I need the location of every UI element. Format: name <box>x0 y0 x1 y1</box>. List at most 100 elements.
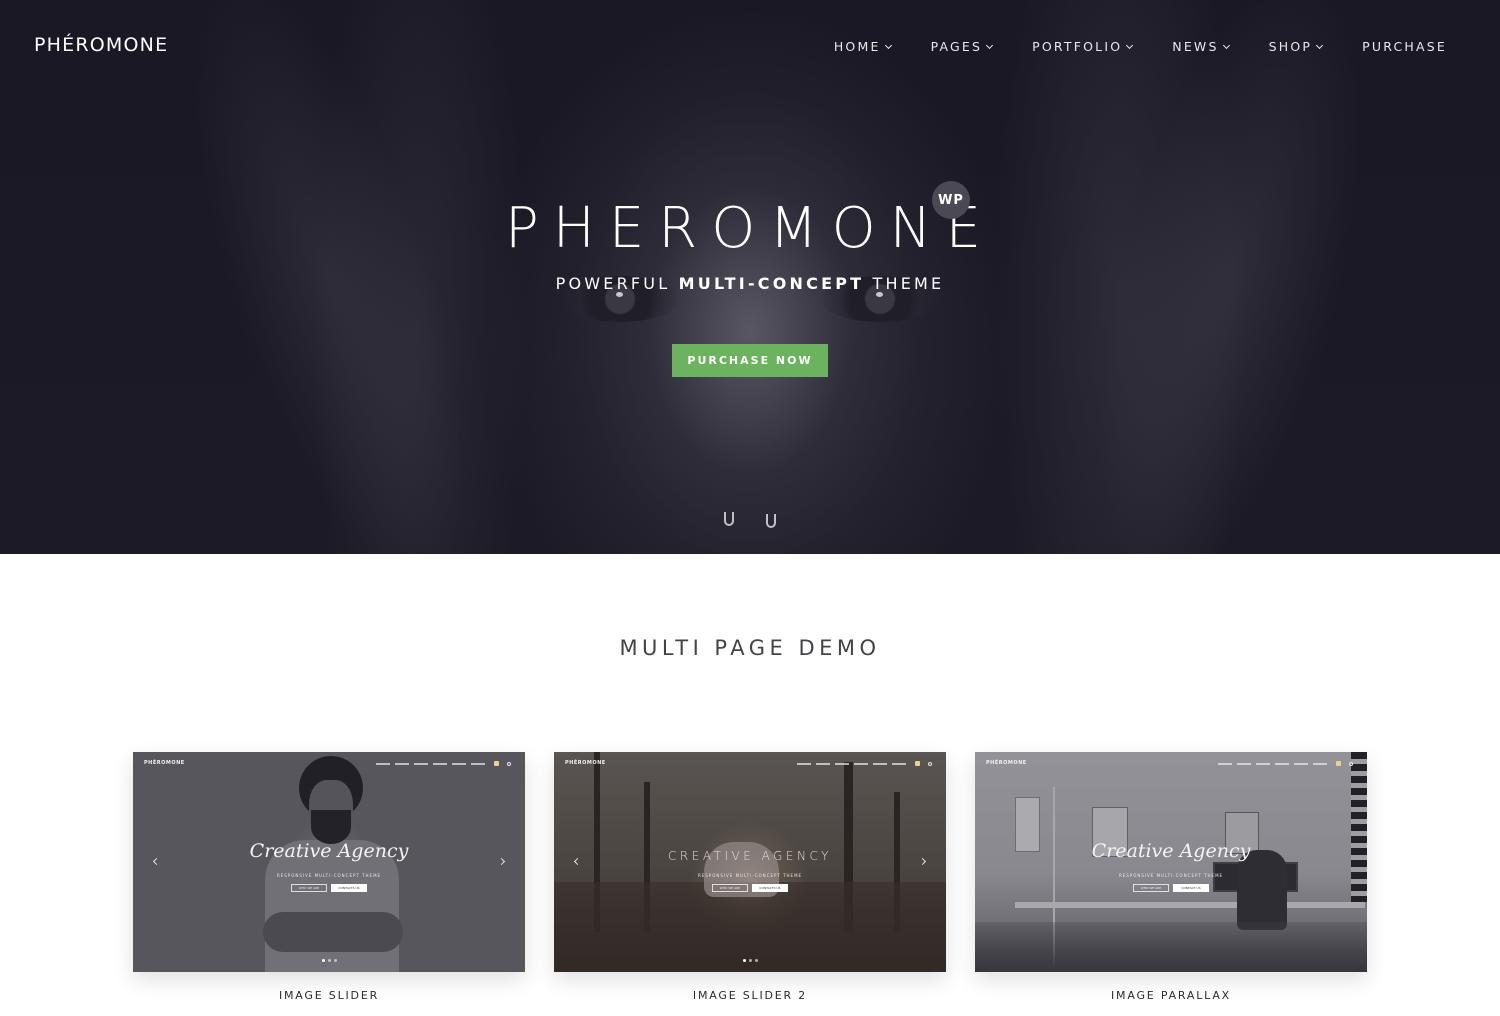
preview-nav <box>797 761 932 766</box>
preview-nav-link <box>1237 762 1251 765</box>
preview-header: PHÉROMONE <box>975 752 1367 774</box>
nav-item-news[interactable]: NEWS <box>1172 39 1230 54</box>
preview-header: PHÉROMONE <box>133 752 525 774</box>
demo-card-image-parallax[interactable]: PHÉROMONE Creative Agency RESPONSIVE MUL… <box>975 752 1367 1002</box>
preview-nav-link <box>1275 762 1289 765</box>
preview-nav-link <box>1313 762 1327 765</box>
wp-badge: WP <box>932 181 970 219</box>
preview-tagline: RESPONSIVE MULTI-CONCEPT THEME <box>276 873 382 878</box>
hero-title-text: PHEROMONE <box>505 196 995 261</box>
nav-item-pages[interactable]: PAGES <box>930 39 994 54</box>
nose-ring-right <box>766 514 776 528</box>
demo-label[interactable]: IMAGE PARALLAX <box>975 989 1367 1002</box>
preview-buttons: WHO WE ARE CONTACTS US <box>133 884 525 892</box>
preview-nav-link <box>835 762 849 765</box>
slider-dot <box>754 959 758 962</box>
preview-logo: PHÉROMONE <box>986 760 1027 766</box>
nav-label: PORTFOLIO <box>1032 39 1123 54</box>
chevron-down-icon <box>986 41 994 49</box>
search-icon <box>1349 761 1353 766</box>
search-icon <box>928 761 932 766</box>
preview-button-solid: CONTACTS US <box>752 884 788 892</box>
demo-card-image-slider-2[interactable]: PHÉROMONE CREATIVE AGENCY RESPONSIVE MUL… <box>554 752 946 1002</box>
nav-label: HOME <box>833 39 881 54</box>
preview-nav-link <box>414 762 428 765</box>
preview-header: PHÉROMONE <box>554 752 946 774</box>
preview-headline: Creative Agency <box>1091 840 1251 862</box>
chevron-down-icon <box>1316 41 1324 49</box>
slider-dot <box>742 959 746 962</box>
preview-nav-link <box>873 762 887 765</box>
demo-thumbnail[interactable]: PHÉROMONE CREATIVE AGENCY RESPONSIVE MUL… <box>554 752 946 972</box>
preview-button-solid: CONTACT US <box>1173 884 1209 892</box>
preview-logo: PHÉROMONE <box>565 760 606 766</box>
cart-icon <box>494 761 499 766</box>
preview-nav-link <box>854 762 868 765</box>
nav-label: PURCHASE <box>1362 39 1447 54</box>
preview-button-solid: CONTACTS US <box>331 884 367 892</box>
nav-item-shop[interactable]: SHOP <box>1268 39 1324 54</box>
hero-section: PHÉROMONE HOME PAGES PORTFOLIO NEWS SHOP <box>0 0 1500 554</box>
preview-nav-link <box>892 762 906 765</box>
cart-icon <box>915 761 920 766</box>
subtitle-post: THEME <box>864 274 945 293</box>
preview-nav-link <box>471 762 485 765</box>
hero-title: PHEROMONE <box>0 196 1500 261</box>
demo-thumbnail[interactable]: PHÉROMONE Creative Agency RESPONSIVE MUL… <box>133 752 525 972</box>
preview-nav-link <box>816 762 830 765</box>
preview-nav-link <box>433 762 447 765</box>
preview-buttons: WHO WE ARE CONTACT US <box>975 884 1367 892</box>
nav-item-portfolio[interactable]: PORTFOLIO <box>1032 39 1134 54</box>
demo-card-image-slider[interactable]: PHÉROMONE Creative Agency RESPONSIVE MUL… <box>133 752 525 1002</box>
preview-nav-link <box>797 762 811 765</box>
site-logo[interactable]: PHÉROMONE <box>34 34 168 56</box>
demo-label[interactable]: IMAGE SLIDER <box>133 989 525 1002</box>
preview-nav-link <box>1294 762 1308 765</box>
preview-headline: CREATIVE AGENCY <box>668 849 832 863</box>
chevron-down-icon <box>1222 41 1230 49</box>
preview-button-outline: WHO WE ARE <box>712 884 748 892</box>
demo-grid: PHÉROMONE Creative Agency RESPONSIVE MUL… <box>133 752 1368 1012</box>
slider-dot <box>748 959 752 962</box>
cart-icon <box>1336 761 1341 766</box>
subtitle-bold: MULTI-CONCEPT <box>678 274 865 293</box>
preview-nav-link <box>1256 762 1270 765</box>
image-overlay <box>133 752 525 972</box>
preview-logo: PHÉROMONE <box>144 760 185 766</box>
preview-nav-link <box>1218 762 1232 765</box>
main-nav: HOME PAGES PORTFOLIO NEWS SHOP PURCHASE <box>794 39 1447 54</box>
nav-label: NEWS <box>1172 39 1219 54</box>
preview-nav <box>1218 761 1353 766</box>
preview-tagline: RESPONSIVE MULTI-CONCEPT THEME <box>697 873 803 878</box>
slider-dots <box>133 959 525 962</box>
hero-subtitle: POWERFUL MULTI-CONCEPT THEME <box>0 274 1500 293</box>
preview-button-outline: WHO WE ARE <box>291 884 327 892</box>
nav-item-purchase[interactable]: PURCHASE <box>1362 39 1447 54</box>
image-overlay <box>975 752 1367 972</box>
nose-ring-left <box>724 512 734 526</box>
demo-label[interactable]: IMAGE SLIDER 2 <box>554 989 946 1002</box>
preview-nav-link <box>376 762 390 765</box>
section-title: MULTI PAGE DEMO <box>619 636 881 660</box>
site-header: PHÉROMONE HOME PAGES PORTFOLIO NEWS SHOP <box>0 0 1500 95</box>
preview-tagline: RESPONSIVE MULTI-CONCEPT THEME <box>1118 873 1224 878</box>
demo-thumbnail[interactable]: PHÉROMONE Creative Agency RESPONSIVE MUL… <box>975 752 1367 972</box>
preview-nav-link <box>395 762 409 765</box>
nav-label: SHOP <box>1268 39 1313 54</box>
subtitle-pre: POWERFUL <box>555 274 679 293</box>
slider-dot <box>327 959 331 962</box>
preview-button-outline: WHO WE ARE <box>1133 884 1169 892</box>
chevron-down-icon <box>1126 41 1134 49</box>
slider-dot <box>321 959 325 962</box>
preview-buttons: WHO WE ARE CONTACTS US <box>554 884 946 892</box>
slider-dot <box>333 959 337 962</box>
purchase-now-button[interactable]: PURCHASE NOW <box>672 344 828 377</box>
search-icon <box>507 761 511 766</box>
preview-headline: Creative Agency <box>249 840 409 862</box>
preview-nav <box>376 761 511 766</box>
chevron-down-icon <box>884 41 892 49</box>
preview-nav-link <box>452 762 466 765</box>
slider-dots <box>554 959 946 962</box>
nav-item-home[interactable]: HOME <box>833 39 892 54</box>
nav-label: PAGES <box>930 39 983 54</box>
